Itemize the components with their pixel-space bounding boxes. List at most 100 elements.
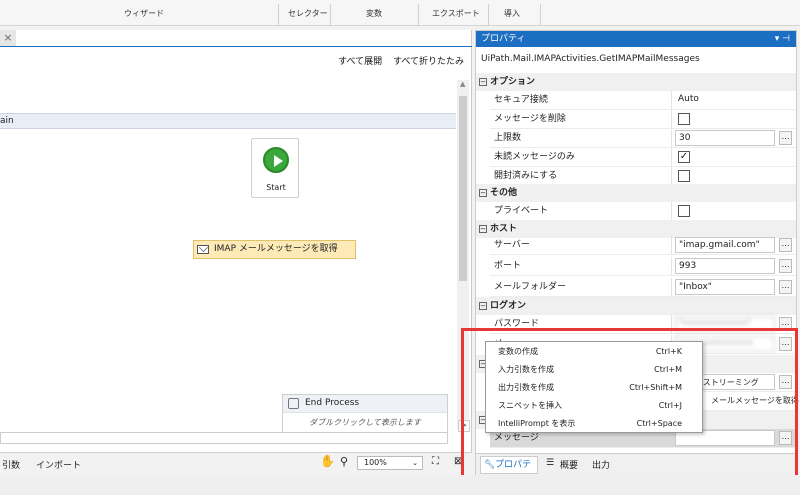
ellipsis-button[interactable]: … <box>779 280 792 294</box>
ribbon-separator <box>278 4 279 26</box>
end-process-node[interactable]: End Process ダブルクリックして表示します <box>282 394 448 434</box>
ellipsis-button[interactable]: … <box>779 431 792 445</box>
vertical-scroll-thumb[interactable] <box>459 96 467 281</box>
properties-tabs: 🔧︎ プロパティ ☰ 概要 出力 <box>476 453 796 486</box>
scroll-right-icon[interactable]: ▶ <box>458 420 470 432</box>
top-input[interactable]: 30 <box>675 130 775 146</box>
ribbon-separator <box>540 4 541 26</box>
tab-output[interactable]: 出力 <box>592 458 610 471</box>
horizontal-scrollbar[interactable] <box>0 432 448 444</box>
collapse-icon[interactable]: − <box>479 225 487 233</box>
menu-item-shortcut: Ctrl+J <box>658 401 682 410</box>
row-label: パスワード <box>494 319 540 329</box>
tab-arguments[interactable]: 引数 <box>2 458 20 471</box>
tab-imports[interactable]: インポート <box>36 458 81 471</box>
ellipsis-button[interactable]: … <box>779 259 792 273</box>
private-checkbox[interactable] <box>678 205 690 217</box>
collapse-icon[interactable]: − <box>479 302 487 310</box>
row-label: ポート <box>494 261 522 271</box>
mail-folder-input[interactable]: "Inbox" <box>675 279 775 295</box>
collapse-icon[interactable]: − <box>479 78 487 86</box>
collapse-all-link[interactable]: すべて折りたたみ <box>393 57 464 67</box>
ribbon-separator <box>330 4 331 26</box>
ellipsis-button[interactable]: … <box>779 238 792 252</box>
menu-item-label: IntelliPrompt を表示 <box>498 419 576 428</box>
category-label: オプション <box>490 77 536 87</box>
status-strip <box>0 475 800 495</box>
overview-icon[interactable]: ⊠ <box>454 456 462 467</box>
close-icon[interactable]: × <box>0 30 16 46</box>
category-options[interactable]: − オプション <box>476 73 796 91</box>
ribbon-tab-export[interactable]: エクスポート <box>432 8 480 19</box>
row-port: ポート 993 … <box>490 257 796 276</box>
hand-icon[interactable]: ✋ <box>320 454 335 468</box>
row-label: セキュア接続 <box>494 95 548 105</box>
ellipsis-button[interactable]: … <box>779 337 792 351</box>
row-divider <box>671 202 672 220</box>
row-secure-connection: セキュア接続 Auto <box>490 91 796 110</box>
ellipsis-button[interactable]: … <box>779 375 792 389</box>
mark-as-read-checkbox[interactable] <box>678 170 690 182</box>
row-label: 上限数 <box>494 133 522 143</box>
menu-item-create-out-argument[interactable]: 出力引数を作成 Ctrl+Shift+M <box>486 379 702 397</box>
activity-class-name: UiPath.Mail.IMAPActivities.GetIMAPMailMe… <box>481 54 700 64</box>
row-divider <box>671 315 672 333</box>
menu-item-create-in-argument[interactable]: 入力引数を作成 Ctrl+M <box>486 361 702 379</box>
row-divider <box>671 148 672 166</box>
category-label: ログオン <box>490 301 527 311</box>
pin-icon[interactable]: ▾ ⊣ <box>775 31 790 47</box>
ribbon-tab-wizard[interactable]: ウィザード <box>124 8 164 19</box>
menu-item-insert-snippet[interactable]: スニペットを挿入 Ctrl+J <box>486 397 702 415</box>
category-misc[interactable]: − その他 <box>476 184 796 202</box>
end-process-icon <box>288 398 299 409</box>
expand-collapse-links: すべて展開 すべて折りたたみ <box>330 54 464 67</box>
row-divider <box>671 257 672 275</box>
row-private: プライベート <box>490 202 796 221</box>
row-server: サーバー "imap.gmail.com" … <box>490 236 796 255</box>
row-label: サーバー <box>494 240 530 250</box>
only-unread-checkbox[interactable]: ✓ <box>678 151 690 163</box>
row-divider <box>671 110 672 128</box>
end-process-hint: ダブルクリックして表示します <box>309 418 421 427</box>
scroll-up-icon[interactable]: ▲ <box>460 80 465 88</box>
ribbon-tab-variables[interactable]: 変数 <box>366 8 382 19</box>
search-icon[interactable]: ⚲ <box>340 455 348 468</box>
zoom-value: 100% <box>364 458 387 467</box>
secure-connection-value[interactable]: Auto <box>675 92 775 108</box>
ribbon-tab-selector[interactable]: セレクター <box>288 8 328 19</box>
ellipsis-button[interactable]: … <box>779 131 792 145</box>
category-logon[interactable]: − ログオン <box>476 297 796 315</box>
start-node[interactable]: Start <box>251 138 299 198</box>
tab-outline[interactable]: 概要 <box>560 458 578 471</box>
delete-messages-checkbox[interactable] <box>678 113 690 125</box>
row-label: メッセージを削除 <box>494 114 566 124</box>
menu-item-show-intelliprompt[interactable]: IntelliPrompt を表示 Ctrl+Space <box>486 415 702 433</box>
row-label: 未読メッセージのみ <box>494 152 575 162</box>
ribbon-tab-deploy[interactable]: 導入 <box>504 8 520 19</box>
context-menu: 変数の作成 Ctrl+K 入力引数を作成 Ctrl+M 出力引数を作成 Ctrl… <box>485 341 703 433</box>
row-divider <box>671 236 672 254</box>
row-delete-messages: メッセージを削除 <box>490 110 796 129</box>
collapse-icon[interactable]: − <box>479 189 487 197</box>
sequence-header[interactable]: ain <box>0 113 456 129</box>
end-process-header: End Process <box>283 395 447 413</box>
expand-all-link[interactable]: すべて展開 <box>338 57 382 67</box>
designer-bottom-bar: 引数 インポート ✋ ⚲ 100% ⌄ ⛶ ⊠ <box>0 452 472 472</box>
menu-item-shortcut: Ctrl+K <box>655 347 682 356</box>
imap-activity[interactable]: IMAP メールメッセージを取得 <box>193 240 356 259</box>
zoom-select[interactable]: 100% ⌄ <box>357 456 423 470</box>
ribbon: ウィザード セレクター 変数 エクスポート 導入 <box>0 0 800 26</box>
row-label: 開封済みにする <box>494 171 558 181</box>
password-input[interactable]: "••••••••••••" <box>675 316 775 332</box>
menu-item-create-variable[interactable]: 変数の作成 Ctrl+K <box>486 343 702 361</box>
port-input[interactable]: 993 <box>675 258 775 274</box>
tab-properties[interactable]: 🔧︎ プロパティ <box>480 456 538 486</box>
menu-item-label: 入力引数を作成 <box>498 365 554 374</box>
description-value[interactable]: メールメッセージを取得 <box>708 393 800 409</box>
row-password: パスワード "••••••••••••" … <box>490 315 796 334</box>
end-process-label: End Process <box>305 398 360 408</box>
fit-to-screen-icon[interactable]: ⛶ <box>432 456 439 467</box>
chevron-down-icon: ⌄ <box>412 459 418 467</box>
ellipsis-button[interactable]: … <box>779 317 792 331</box>
server-input[interactable]: "imap.gmail.com" <box>675 237 775 253</box>
